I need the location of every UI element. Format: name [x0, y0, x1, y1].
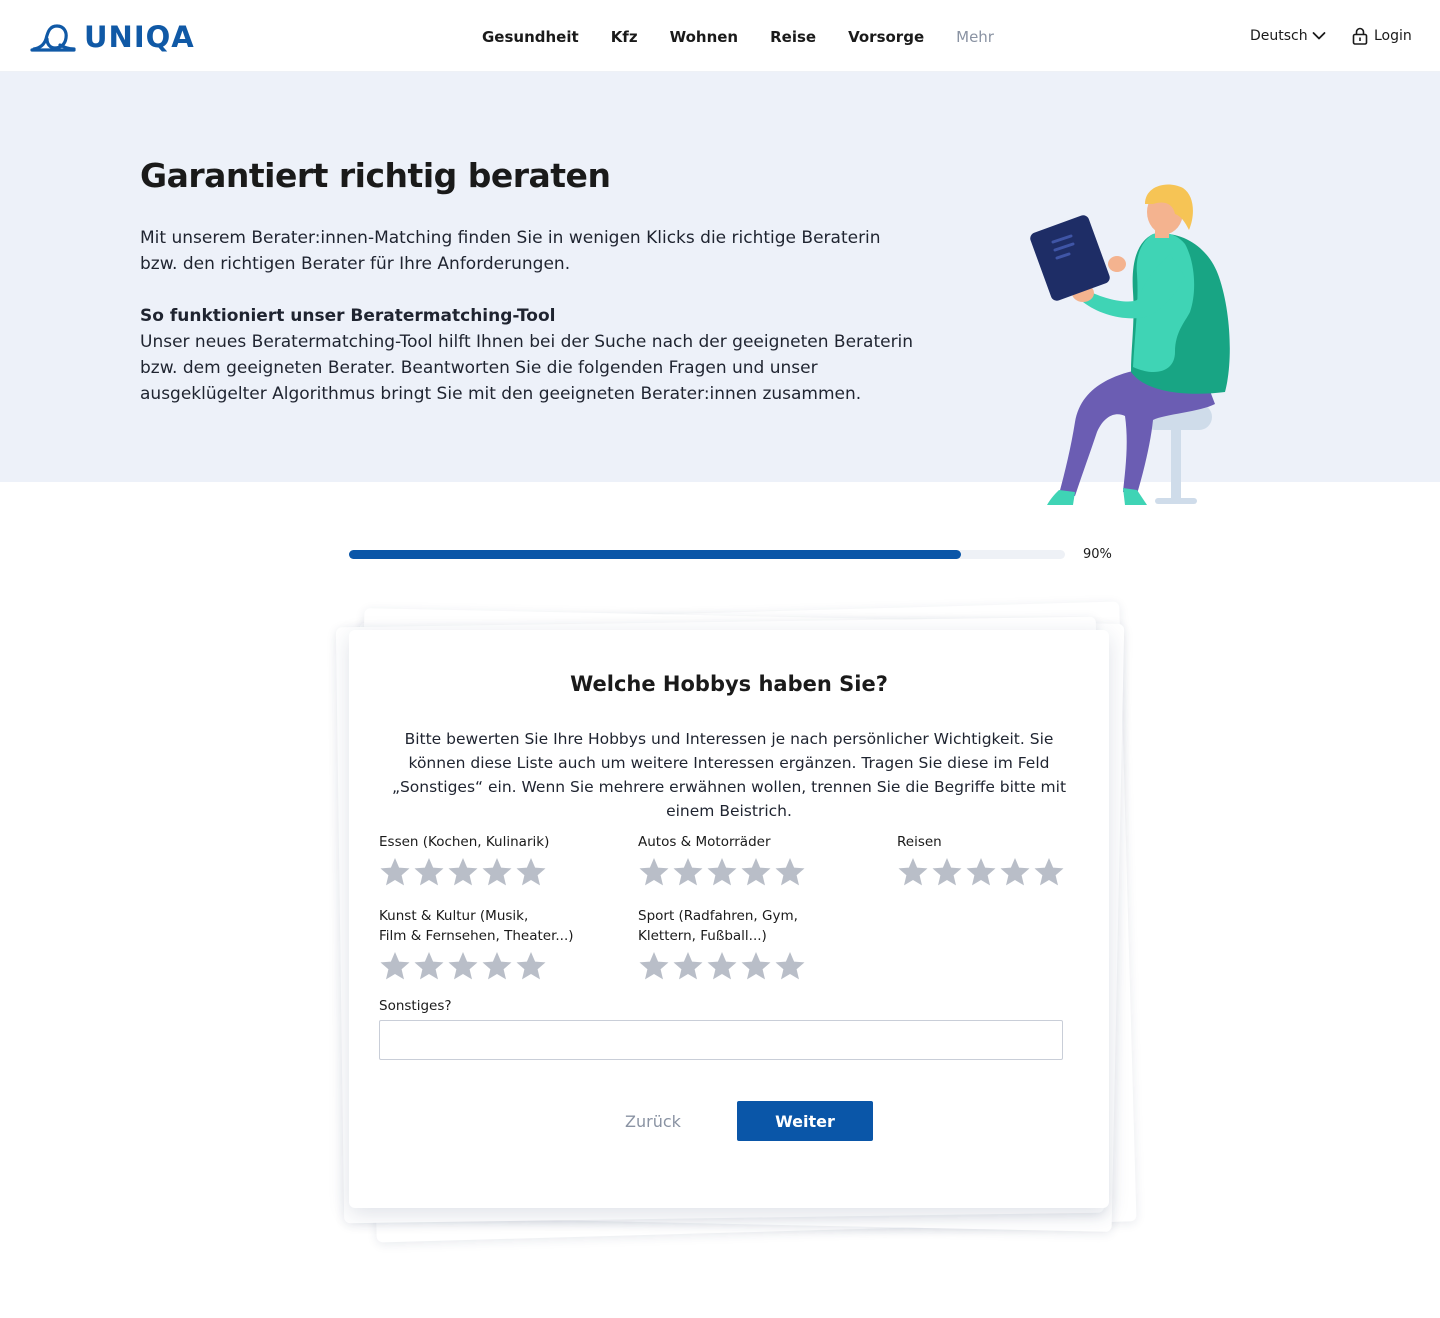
nav-item-mehr[interactable]: Mehr [956, 28, 994, 46]
page-title: Garantiert richtig beraten [140, 156, 611, 195]
star-icon[interactable] [379, 950, 411, 982]
main-nav: Gesundheit Kfz Wohnen Reise Vorsorge Meh… [482, 28, 1026, 46]
star-icon[interactable] [481, 856, 513, 888]
login-button[interactable]: Login [1352, 27, 1412, 45]
rating-reisen: Reisen [897, 832, 1117, 888]
hero-body: Unser neues Beratermatching-Tool hilft I… [140, 332, 914, 404]
rating-label: Kunst & Kultur (Musik, Film & Fernsehen,… [379, 908, 574, 944]
star-icon[interactable] [706, 950, 738, 982]
uniqa-logo-icon [30, 24, 76, 52]
star-icon[interactable] [706, 856, 738, 888]
star-icon[interactable] [447, 950, 479, 982]
rating-autos: Autos & Motorräder [638, 832, 858, 888]
star-icon[interactable] [638, 856, 670, 888]
star-icon[interactable] [897, 856, 929, 888]
rating-label: Sport (Radfahren, Gym, Klettern, Fußball… [638, 908, 798, 944]
star-rating [379, 856, 599, 888]
nav-item-kfz[interactable]: Kfz [611, 28, 638, 46]
rating-label: Autos & Motorräder [638, 834, 771, 850]
star-icon[interactable] [447, 856, 479, 888]
hero-subheading: So funktioniert unser Beratermatching-To… [140, 306, 556, 326]
star-icon[interactable] [515, 950, 547, 982]
star-icon[interactable] [740, 856, 772, 888]
star-icon[interactable] [774, 950, 806, 982]
star-icon[interactable] [515, 856, 547, 888]
nav-item-reise[interactable]: Reise [770, 28, 816, 46]
rating-label: Essen (Kochen, Kulinarik) [379, 834, 550, 850]
star-icon[interactable] [774, 856, 806, 888]
star-icon[interactable] [413, 856, 445, 888]
star-icon[interactable] [481, 950, 513, 982]
logo-text: UNIQA [84, 20, 195, 54]
question-card: Welche Hobbys haben Sie? Bitte bewerten … [349, 630, 1109, 1208]
progress-percent-label: 90% [1083, 547, 1112, 562]
rating-sport: Sport (Radfahren, Gym, Klettern, Fußball… [638, 906, 858, 982]
star-icon[interactable] [999, 856, 1031, 888]
progress-bar [349, 550, 1065, 559]
star-rating [638, 950, 858, 982]
hero-explanation: So funktioniert unser Beratermatching-To… [140, 303, 920, 407]
other-interests-label: Sonstiges? [379, 998, 452, 1014]
rating-label: Reisen [897, 834, 942, 850]
star-rating [897, 856, 1117, 888]
uniqa-logo[interactable]: UNIQA [30, 20, 195, 54]
star-rating [379, 950, 599, 982]
other-interests-input[interactable] [379, 1020, 1063, 1060]
person-reading-illustration [1030, 184, 1230, 505]
star-icon[interactable] [1033, 856, 1065, 888]
chevron-down-icon [1312, 32, 1326, 40]
next-button[interactable]: Weiter [737, 1101, 873, 1141]
hero-intro: Mit unserem Berater:innen-Matching finde… [140, 228, 881, 274]
star-icon[interactable] [672, 856, 704, 888]
back-button[interactable]: Zurück [611, 1101, 695, 1141]
nav-item-vorsorge[interactable]: Vorsorge [848, 28, 924, 46]
star-icon[interactable] [413, 950, 445, 982]
language-label: Deutsch [1250, 28, 1308, 44]
question-description: Bitte bewerten Sie Ihre Hobbys und Inter… [391, 730, 1067, 820]
star-rating [638, 856, 858, 888]
rating-kunst-kultur: Kunst & Kultur (Musik, Film & Fernsehen,… [379, 906, 599, 982]
rating-essen: Essen (Kochen, Kulinarik) [379, 832, 599, 888]
lock-icon [1352, 27, 1368, 45]
login-label: Login [1374, 28, 1412, 44]
progress-bar-fill [349, 550, 962, 559]
star-icon[interactable] [379, 856, 411, 888]
nav-item-wohnen[interactable]: Wohnen [670, 28, 739, 46]
star-icon[interactable] [638, 950, 670, 982]
star-icon[interactable] [740, 950, 772, 982]
language-selector[interactable]: Deutsch [1250, 28, 1326, 44]
question-title: Welche Hobbys haben Sie? [570, 672, 888, 696]
site-header: UNIQA Gesundheit Kfz Wohnen Reise Vorsor… [0, 0, 1440, 72]
star-icon[interactable] [931, 856, 963, 888]
star-icon[interactable] [965, 856, 997, 888]
star-icon[interactable] [672, 950, 704, 982]
nav-item-gesundheit[interactable]: Gesundheit [482, 28, 579, 46]
